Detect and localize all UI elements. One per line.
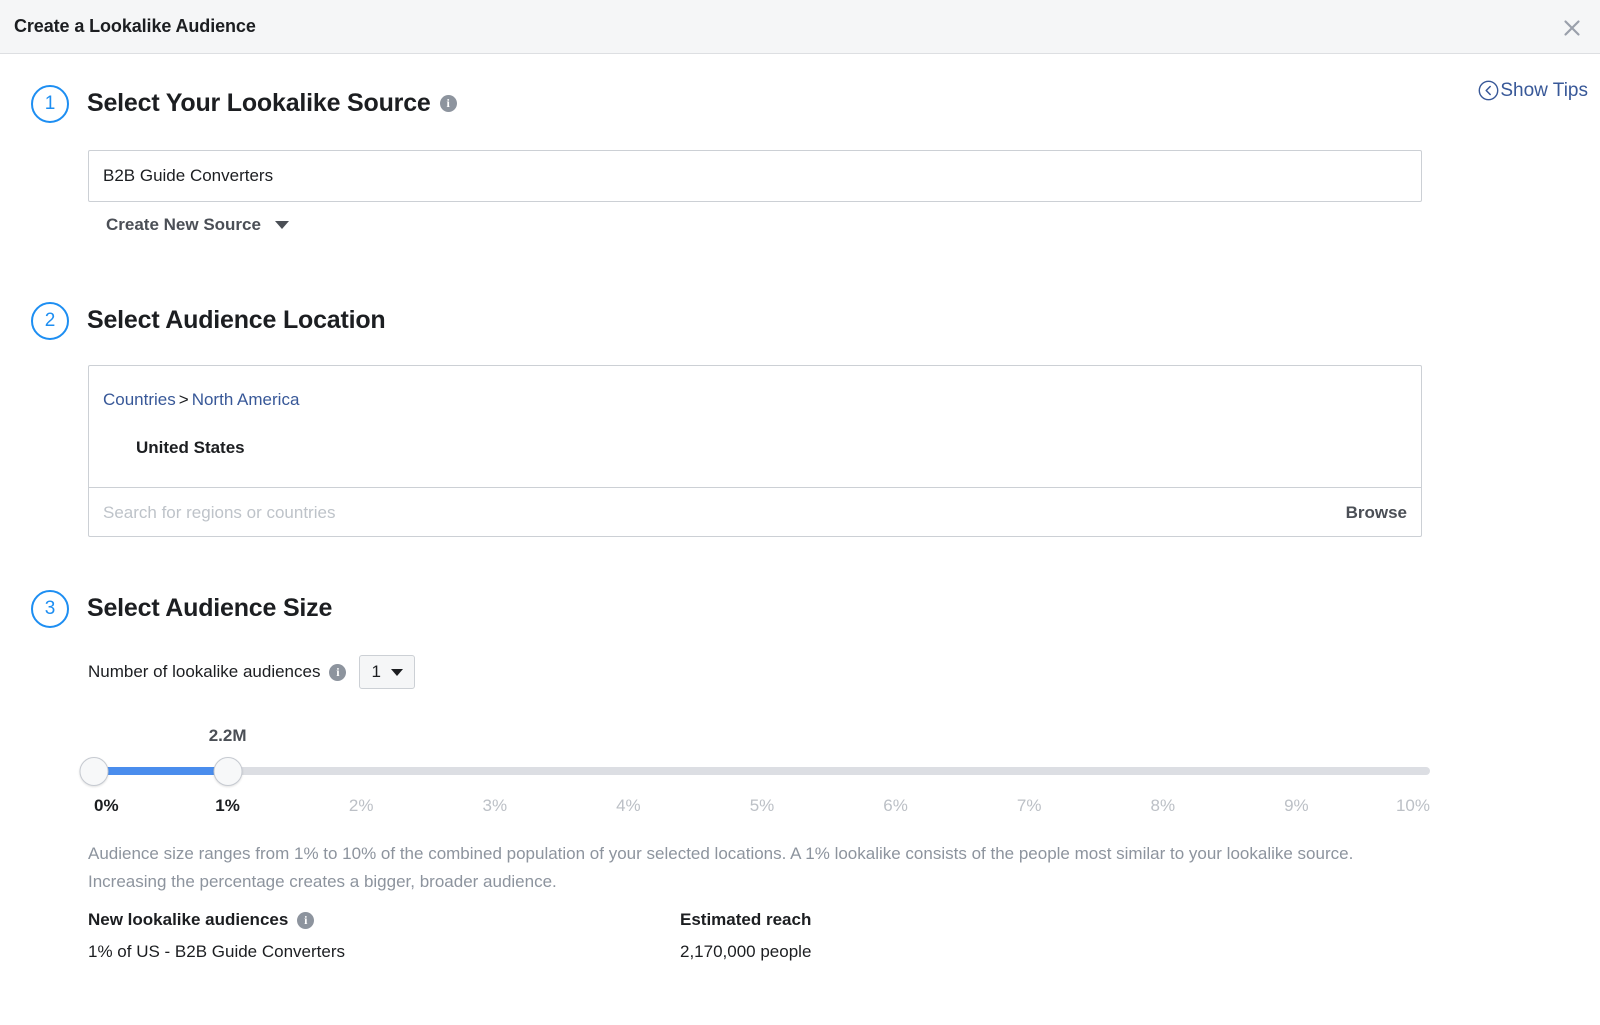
caret-down-icon [275, 221, 289, 229]
summary-new-audiences-value: 1% of US - B2B Guide Converters [88, 942, 345, 962]
location-item-united-states[interactable]: United States [136, 438, 245, 458]
location-list: Countries>North America United States [89, 366, 1421, 488]
audience-size-slider[interactable]: 2.2M 0% 1% 2% 3% 4% 5% 6% 7% 8% 9% 10% [80, 726, 1430, 836]
slider-tick-3pct: 3% [483, 796, 508, 816]
info-icon[interactable]: i [440, 95, 457, 112]
caret-down-icon [391, 669, 403, 676]
step-heading-2: Select Audience Location [87, 306, 386, 335]
slider-track[interactable] [94, 767, 1430, 775]
audience-location-box: Countries>North America United States Br… [88, 365, 1422, 537]
show-tips-link[interactable]: Show Tips [1478, 80, 1588, 101]
breadcrumb: Countries>North America [103, 390, 299, 410]
breadcrumb-north-america[interactable]: North America [192, 390, 300, 409]
number-of-audiences-text: Number of lookalike audiences [88, 662, 320, 682]
summary-new-audiences-header: New lookalike audiences i [88, 910, 345, 930]
number-of-audiences-row: Number of lookalike audiences i 1 [88, 655, 415, 689]
close-icon[interactable] [1556, 12, 1588, 44]
summary-estimated-reach-header-label: Estimated reach [680, 910, 811, 930]
slider-tick-1pct: 1% [215, 796, 240, 816]
create-lookalike-audience-dialog: Create a Lookalike Audience Show Tips 1 … [0, 0, 1600, 1025]
create-new-source-label: Create New Source [106, 215, 261, 235]
show-tips-label: Show Tips [1500, 81, 1588, 100]
summary-new-audiences-header-label: New lookalike audiences [88, 910, 288, 930]
browse-button[interactable]: Browse [1346, 503, 1421, 523]
number-of-audiences-label: Number of lookalike audiences i [88, 662, 346, 682]
step-heading-2-label: Select Audience Location [87, 306, 386, 335]
step-heading-1-label: Select Your Lookalike Source [87, 89, 431, 118]
audience-size-helper-text: Audience size ranges from 1% to 10% of t… [88, 840, 1426, 896]
step-number-1: 1 [45, 93, 56, 115]
step-heading-1: Select Your Lookalike Source i [87, 89, 457, 118]
slider-handle-lower[interactable] [80, 757, 109, 786]
summary-estimated-reach-header: Estimated reach [680, 910, 811, 930]
step-badge-1: 1 [31, 85, 69, 123]
slider-tick-10pct: 10% [1396, 796, 1430, 816]
slider-tick-4pct: 4% [616, 796, 641, 816]
number-of-audiences-select[interactable]: 1 [359, 655, 414, 689]
number-of-audiences-value: 1 [371, 662, 380, 682]
lookalike-source-input[interactable] [88, 150, 1422, 202]
info-icon[interactable]: i [297, 912, 314, 929]
step-number-2: 2 [45, 310, 56, 332]
create-new-source-button[interactable]: Create New Source [106, 215, 289, 235]
slider-handle-upper[interactable] [213, 757, 242, 786]
location-search-input[interactable] [89, 489, 1346, 537]
slider-tick-5pct: 5% [750, 796, 775, 816]
step-badge-2: 2 [31, 302, 69, 340]
location-search-row: Browse [89, 489, 1421, 537]
slider-tick-8pct: 8% [1151, 796, 1176, 816]
slider-tick-7pct: 7% [1017, 796, 1042, 816]
step-heading-3: Select Audience Size [87, 594, 332, 623]
dialog-title: Create a Lookalike Audience [14, 16, 256, 37]
summary-new-audiences: New lookalike audiences i 1% of US - B2B… [88, 910, 345, 962]
breadcrumb-countries[interactable]: Countries [103, 390, 176, 409]
slider-tick-2pct: 2% [349, 796, 374, 816]
chevron-left-circle-icon [1478, 80, 1499, 101]
step-badge-3: 3 [31, 590, 69, 628]
slider-tick-0pct: 0% [94, 796, 119, 816]
slider-fill [94, 767, 228, 775]
slider-tick-9pct: 9% [1284, 796, 1309, 816]
summary-estimated-reach: Estimated reach 2,170,000 people [680, 910, 811, 962]
step-number-3: 3 [45, 598, 56, 620]
step-heading-3-label: Select Audience Size [87, 594, 332, 623]
summary-estimated-reach-value: 2,170,000 people [680, 942, 811, 962]
info-icon[interactable]: i [329, 664, 346, 681]
dialog-header: Create a Lookalike Audience [0, 0, 1600, 54]
slider-tick-6pct: 6% [883, 796, 908, 816]
breadcrumb-separator: > [179, 390, 189, 409]
slider-value-bubble: 2.2M [209, 726, 247, 746]
